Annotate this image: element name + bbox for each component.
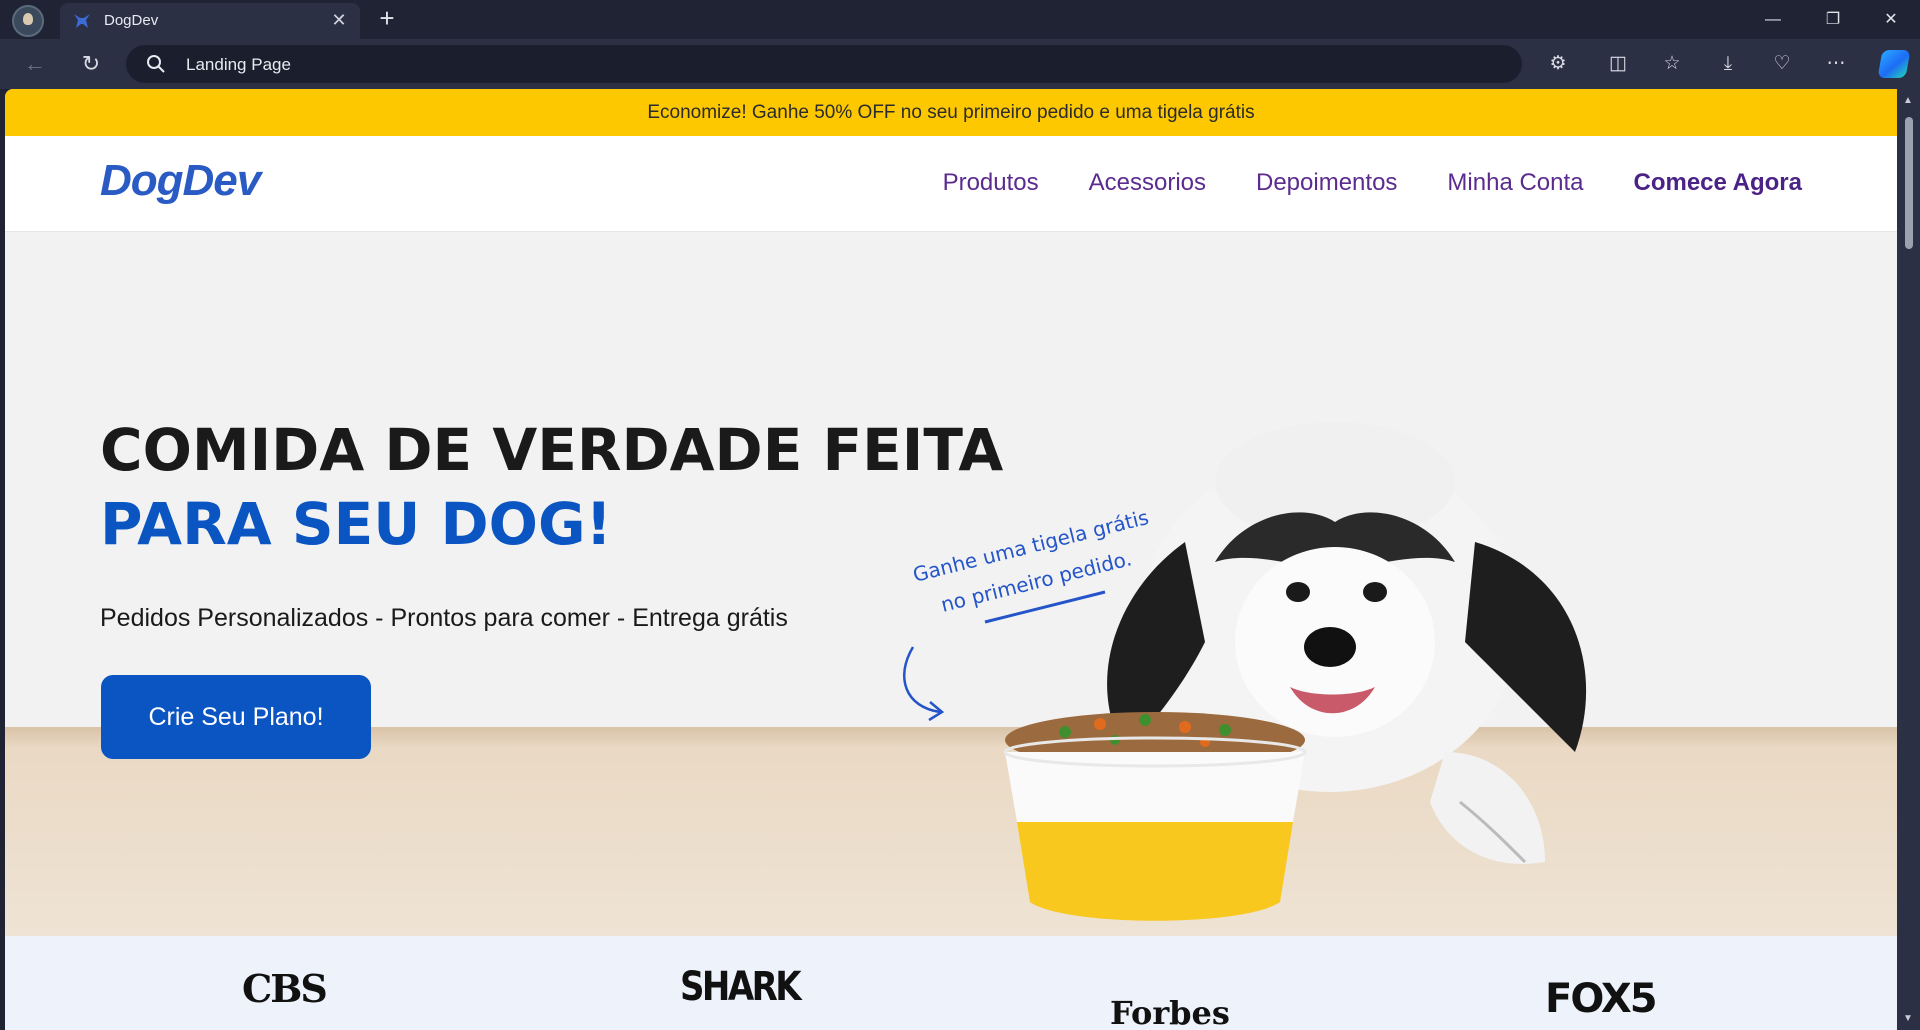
nav-acessorios[interactable]: Acessorios	[1089, 169, 1206, 197]
extensions-icon[interactable]: ⚙	[1544, 50, 1572, 78]
address-text: Landing Page	[186, 55, 291, 74]
hero-title-line1: COMIDA DE VERDADE FEITA	[100, 416, 1004, 484]
browser-titlebar: DogDev ✕ + — ❐ ✕	[0, 0, 1920, 39]
hero-subtitle: Pedidos Personalizados - Prontos para co…	[100, 604, 788, 632]
address-bar[interactable]: Landing Page	[126, 45, 1522, 83]
tab-close-icon[interactable]: ✕	[328, 9, 350, 31]
copilot-icon[interactable]	[1877, 50, 1911, 78]
scroll-down-icon[interactable]: ▼	[1903, 1013, 1913, 1024]
site-header: DogDev Produtos Acessorios Depoimentos M…	[5, 136, 1897, 232]
nav-produtos[interactable]: Produtos	[943, 169, 1039, 197]
curved-arrow-icon	[903, 646, 941, 714]
favorites-icon[interactable]: ☆	[1658, 50, 1686, 78]
page-scrollbar[interactable]: ▲ ▼	[1897, 89, 1920, 1030]
main-nav: Produtos Acessorios Depoimentos Minha Co…	[943, 169, 1802, 197]
site-logo[interactable]: DogDev	[100, 156, 261, 206]
forbes-logo: Forbes	[1110, 994, 1230, 1030]
split-screen-icon[interactable]: ◫	[1604, 50, 1632, 78]
nav-minha-conta[interactable]: Minha Conta	[1447, 169, 1583, 197]
dog-favicon-icon	[74, 14, 90, 28]
page-viewport: Economize! Ganhe 50% OFF no seu primeiro…	[5, 89, 1897, 1030]
downloads-icon[interactable]: ⤓	[1714, 50, 1742, 78]
shark-tank-logo: SHARK	[680, 964, 802, 1010]
cbs-logo: CBS	[242, 966, 328, 1011]
scroll-up-icon[interactable]: ▲	[1903, 95, 1913, 106]
profile-avatar[interactable]	[12, 5, 44, 37]
browser-toolbar: ← ↻ Landing Page ⚙ ◫ ☆ ⤓ ♡ ⋯	[0, 39, 1920, 89]
hero-section: COMIDA DE VERDADE FEITA PARA SEU DOG! Pe…	[5, 232, 1897, 936]
press-logos: CBS SHARK Forbes FOX5	[5, 936, 1897, 1030]
hero-title-line2: PARA SEU DOG!	[100, 490, 613, 558]
fox5-logo: FOX5	[1545, 976, 1658, 1022]
scroll-thumb[interactable]	[1905, 117, 1913, 249]
hero-illustration: Ganhe uma tigela grátis no primeiro pedi…	[903, 422, 1587, 921]
close-window-icon[interactable]: ✕	[1868, 4, 1914, 36]
food-bowl-image	[1003, 712, 1307, 921]
nav-depoimentos[interactable]: Depoimentos	[1256, 169, 1397, 197]
create-plan-button[interactable]: Crie Seu Plano!	[101, 675, 371, 759]
more-menu-icon[interactable]: ⋯	[1822, 50, 1850, 78]
back-arrow-icon[interactable]: ←	[20, 49, 50, 79]
minimize-icon[interactable]: —	[1750, 4, 1796, 36]
browser-essentials-icon[interactable]: ♡	[1768, 50, 1796, 78]
nav-comece-agora[interactable]: Comece Agora	[1634, 169, 1803, 197]
promo-banner: Economize! Ganhe 50% OFF no seu primeiro…	[5, 89, 1897, 136]
browser-tab[interactable]: DogDev ✕	[60, 3, 360, 39]
tab-title: DogDev	[104, 12, 159, 29]
search-icon	[147, 55, 165, 73]
reload-icon[interactable]: ↻	[76, 49, 106, 79]
new-tab-icon[interactable]: +	[374, 5, 400, 32]
restore-icon[interactable]: ❐	[1810, 4, 1856, 36]
